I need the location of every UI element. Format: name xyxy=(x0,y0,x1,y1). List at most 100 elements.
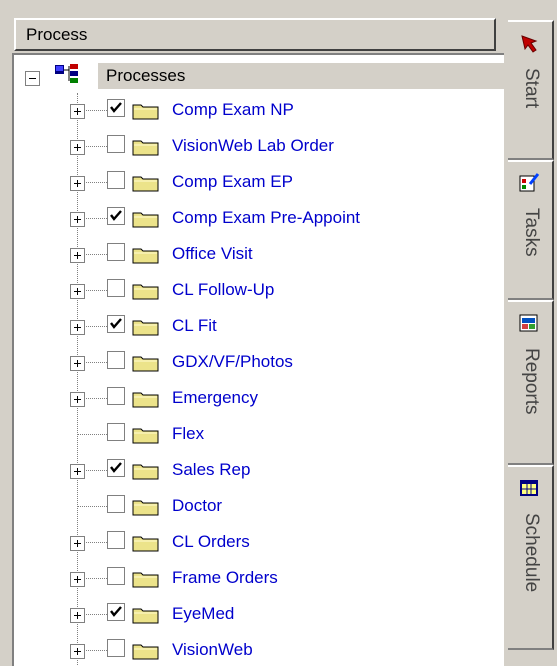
arrow-icon xyxy=(518,32,540,54)
tree-item[interactable]: Sales Rep xyxy=(14,453,504,489)
tree-item-label[interactable]: Comp Exam Pre-Appoint xyxy=(172,205,360,231)
tree-item-label[interactable]: Emergency xyxy=(172,385,258,411)
tree-item-label[interactable]: Comp Exam NP xyxy=(172,97,294,123)
tree-item[interactable]: EyeMed xyxy=(14,597,504,633)
expand-icon[interactable] xyxy=(70,608,85,623)
tree-item-label[interactable]: Office Visit xyxy=(172,241,253,267)
item-checkbox[interactable] xyxy=(107,135,125,153)
folder-icon xyxy=(132,282,160,300)
tree-item[interactable]: CL Orders xyxy=(14,525,504,561)
process-panel: Process Processes Comp Exam NP VisionWeb … xyxy=(0,0,507,666)
collapse-icon[interactable] xyxy=(25,71,40,86)
expand-icon[interactable] xyxy=(70,356,85,371)
expand-icon[interactable] xyxy=(70,536,85,551)
folder-icon xyxy=(132,210,160,228)
tree-item[interactable]: GDX/VF/Photos xyxy=(14,345,504,381)
tree-item[interactable]: VisionWeb Lab Order xyxy=(14,129,504,165)
item-checkbox[interactable] xyxy=(107,351,125,369)
tree-item-label[interactable]: EyeMed xyxy=(172,601,234,627)
folder-icon xyxy=(132,642,160,660)
tree-item-label[interactable]: Sales Rep xyxy=(172,457,250,483)
tree-item[interactable]: Comp Exam EP xyxy=(14,165,504,201)
tab-start[interactable]: Start xyxy=(508,20,554,160)
folder-icon xyxy=(132,606,160,624)
folder-icon xyxy=(132,462,160,480)
hierarchy-icon xyxy=(55,64,78,83)
tree-item-label[interactable]: GDX/VF/Photos xyxy=(172,349,293,375)
folder-icon xyxy=(132,102,160,120)
item-checkbox[interactable] xyxy=(107,99,125,117)
expand-icon[interactable] xyxy=(70,392,85,407)
tree-root-label[interactable]: Processes xyxy=(98,63,504,89)
expand-icon[interactable] xyxy=(70,104,85,119)
item-checkbox[interactable] xyxy=(107,171,125,189)
tree-root[interactable]: Processes xyxy=(14,59,504,93)
tree-item[interactable]: Comp Exam Pre-Appoint xyxy=(14,201,504,237)
expand-icon[interactable] xyxy=(70,572,85,587)
tab-tasks[interactable]: Tasks xyxy=(508,160,554,300)
expand-icon[interactable] xyxy=(70,284,85,299)
expand-icon[interactable] xyxy=(70,464,85,479)
item-checkbox[interactable] xyxy=(107,207,125,225)
tree-item-label[interactable]: VisionWeb xyxy=(172,637,253,663)
item-checkbox[interactable] xyxy=(107,387,125,405)
item-checkbox[interactable] xyxy=(107,603,125,621)
expand-icon[interactable] xyxy=(70,176,85,191)
tab-label: Start xyxy=(521,68,542,109)
tree-item[interactable]: Frame Orders xyxy=(14,561,504,597)
item-checkbox[interactable] xyxy=(107,423,125,441)
tree-connector xyxy=(77,434,107,435)
folder-icon xyxy=(132,138,160,156)
reports-icon xyxy=(518,312,540,334)
expand-icon[interactable] xyxy=(70,320,85,335)
tree-item-label[interactable]: CL Orders xyxy=(172,529,250,555)
folder-icon xyxy=(132,354,160,372)
tree-item[interactable]: Flex xyxy=(14,417,504,453)
expand-icon[interactable] xyxy=(70,644,85,659)
item-checkbox[interactable] xyxy=(107,279,125,297)
folder-icon xyxy=(132,534,160,552)
tree-item[interactable]: CL Follow-Up xyxy=(14,273,504,309)
expand-icon[interactable] xyxy=(70,140,85,155)
tree-item[interactable]: VisionWeb xyxy=(14,633,504,666)
tree-item-label[interactable]: Flex xyxy=(172,421,204,447)
schedule-icon xyxy=(518,477,540,499)
expand-icon[interactable] xyxy=(70,212,85,227)
tree-item-label[interactable]: Comp Exam EP xyxy=(172,169,293,195)
folder-icon xyxy=(132,174,160,192)
process-tree[interactable]: Processes Comp Exam NP VisionWeb Lab Orde… xyxy=(12,53,504,666)
item-checkbox[interactable] xyxy=(107,567,125,585)
tree-item-label[interactable]: CL Follow-Up xyxy=(172,277,274,303)
folder-icon xyxy=(132,390,160,408)
tasks-icon xyxy=(518,172,540,194)
tree-item[interactable]: Comp Exam NP xyxy=(14,93,504,129)
tree-item-label[interactable]: Doctor xyxy=(172,493,222,519)
tab-label: Schedule xyxy=(521,513,542,593)
folder-icon xyxy=(132,570,160,588)
tree-item[interactable]: Doctor xyxy=(14,489,504,525)
item-checkbox[interactable] xyxy=(107,495,125,513)
tree-item-label[interactable]: Frame Orders xyxy=(172,565,278,591)
item-checkbox[interactable] xyxy=(107,315,125,333)
item-checkbox[interactable] xyxy=(107,459,125,477)
tree-item[interactable]: CL Fit xyxy=(14,309,504,345)
item-checkbox[interactable] xyxy=(107,639,125,657)
folder-icon xyxy=(132,426,160,444)
tree-item[interactable]: Office Visit xyxy=(14,237,504,273)
expand-icon[interactable] xyxy=(70,248,85,263)
folder-icon xyxy=(132,318,160,336)
tree-item-label[interactable]: CL Fit xyxy=(172,313,217,339)
folder-icon xyxy=(132,498,160,516)
tab-label: Tasks xyxy=(521,208,542,257)
side-tab-bar: Start Tasks Reports Schedule xyxy=(507,0,557,666)
panel-title: Process xyxy=(14,18,496,51)
tab-reports[interactable]: Reports xyxy=(508,300,554,465)
tree-item[interactable]: Emergency xyxy=(14,381,504,417)
folder-icon xyxy=(132,246,160,264)
item-checkbox[interactable] xyxy=(107,531,125,549)
tab-label: Reports xyxy=(521,348,542,415)
tree-item-label[interactable]: VisionWeb Lab Order xyxy=(172,133,334,159)
tree-connector xyxy=(77,506,107,507)
tab-schedule[interactable]: Schedule xyxy=(508,465,554,650)
item-checkbox[interactable] xyxy=(107,243,125,261)
